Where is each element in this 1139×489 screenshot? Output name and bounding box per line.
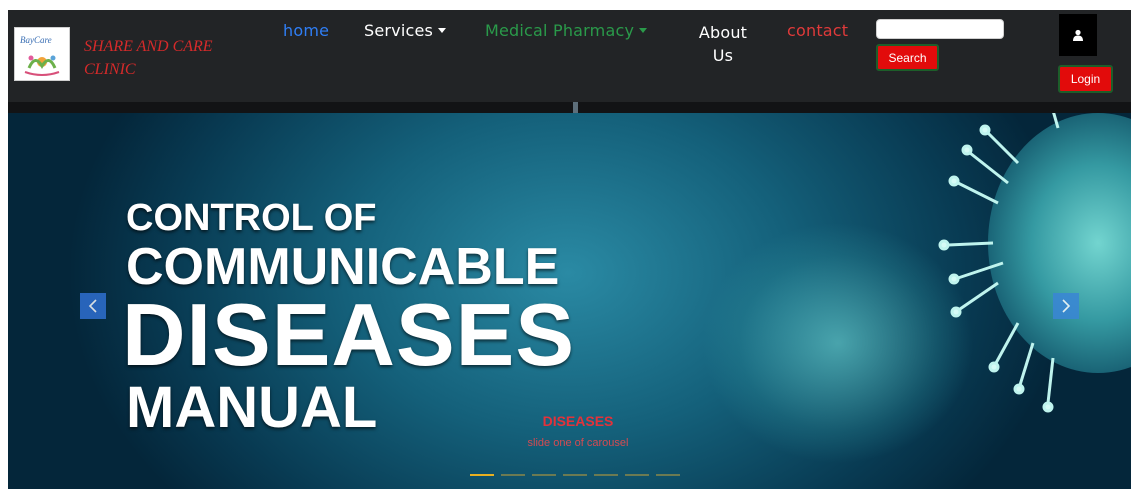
login-button[interactable]: Login (1058, 65, 1113, 93)
carousel-indicator[interactable] (532, 474, 556, 476)
search-input[interactable] (876, 19, 1004, 39)
slide-heading-line1: CONTROL OF (126, 197, 377, 239)
nav-about[interactable]: About Us (697, 21, 749, 67)
navbar: BayCare SHARE AND CARE CLINIC home Servi… (8, 10, 1131, 113)
brand-name[interactable]: SHARE AND CARE CLINIC (84, 35, 244, 81)
carousel-indicator[interactable] (594, 474, 618, 476)
chevron-left-icon (88, 299, 97, 313)
carousel-indicators (470, 474, 680, 476)
carousel-indicator[interactable] (470, 474, 494, 476)
page: BayCare SHARE AND CARE CLINIC home Servi… (0, 0, 1139, 489)
slide-heading-line4: MANUAL (126, 375, 378, 440)
slide-heading-line3: DISEASES (122, 285, 576, 384)
nav-contact[interactable]: contact (787, 21, 848, 40)
navbar-divider (8, 102, 1131, 113)
carousel-indicator[interactable] (501, 474, 525, 476)
virus-image (938, 113, 1131, 413)
carousel-caption-title: DISEASES (542, 413, 614, 429)
nav-home[interactable]: home (283, 21, 329, 40)
nav-services-label: Services (364, 21, 434, 40)
clinic-logo-icon[interactable]: BayCare (14, 27, 70, 81)
nav-pharmacy-dropdown[interactable]: Medical Pharmacy (485, 21, 648, 40)
carousel-next-button[interactable] (1053, 293, 1079, 319)
search-button[interactable]: Search (876, 44, 939, 71)
carousel-prev-button[interactable] (80, 293, 106, 319)
divider-notch (573, 102, 578, 113)
carousel-caption-text: slide one of carousel (527, 437, 629, 449)
user-icon[interactable] (1059, 14, 1097, 56)
nav-pharmacy-label: Medical Pharmacy (485, 21, 635, 40)
carousel-indicator[interactable] (563, 474, 587, 476)
brand-name-line1: SHARE AND CARE (84, 38, 213, 55)
chevron-right-icon (1062, 299, 1071, 313)
hero-carousel[interactable]: CONTROL OF COMMUNICABLE DISEASES MANUAL … (8, 113, 1131, 489)
nav-services-dropdown[interactable]: Services (364, 21, 447, 40)
svg-text:BayCare: BayCare (20, 35, 52, 45)
carousel-indicator[interactable] (625, 474, 649, 476)
caret-down-icon (438, 28, 447, 33)
caret-down-icon (639, 28, 648, 33)
carousel-indicator[interactable] (656, 474, 680, 476)
brand-name-line2: CLINIC (84, 61, 136, 78)
